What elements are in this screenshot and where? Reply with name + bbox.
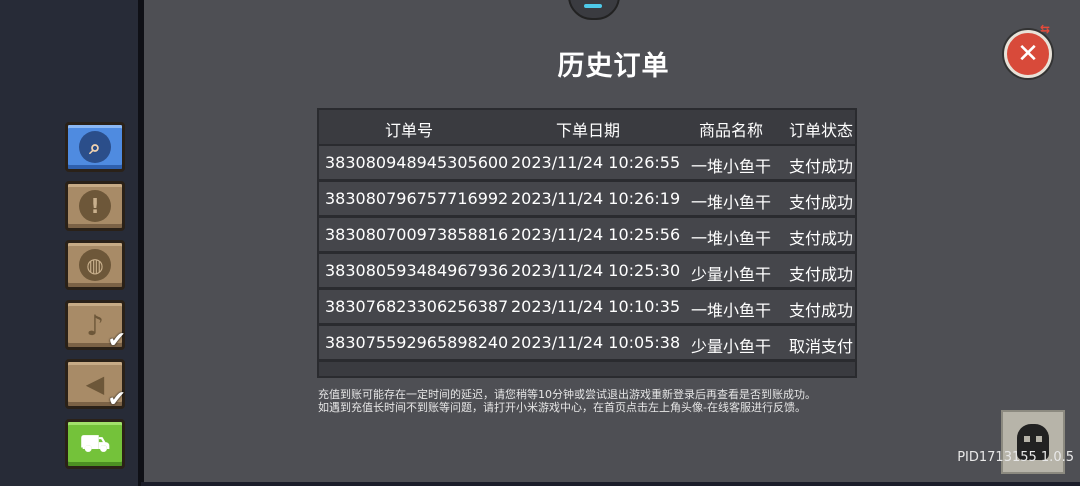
product-name: 一堆小鱼干: [691, 301, 772, 320]
globe-icon: ◍: [79, 249, 111, 281]
checkmark-icon: ✔: [107, 387, 126, 412]
notice-line: 充值到账可能存在一定时间的延迟，请您稍等10分钟或尝试退出游戏重新登录后再查看是…: [318, 388, 816, 401]
header-product-name: 商品名称: [699, 121, 764, 140]
sidebar: ⌕ ! ◍ ♪ ✔ ◀ ✔ ⛟: [0, 0, 141, 486]
language-button[interactable]: ◍: [65, 240, 125, 290]
order-status: 支付成功: [789, 301, 854, 320]
product-name: 少量小鱼干: [691, 265, 772, 284]
cart-icon: ⛟: [79, 428, 111, 457]
product-name: 一堆小鱼干: [691, 193, 772, 212]
order-history-panel: 历史订单 ⇆ ✕ 订单号 下单日期 商品名称 订单状态 383080948945…: [141, 0, 1080, 482]
order-status: 支付成功: [789, 193, 854, 212]
exclamation-icon: !: [79, 190, 111, 222]
order-date: 2023/11/24 10:26:55: [511, 153, 681, 172]
table-row: 383076823306256387 2023/11/24 10:10:35 一…: [319, 290, 855, 326]
notice-button[interactable]: !: [65, 181, 125, 231]
order-date: 2023/11/24 10:25:30: [511, 261, 681, 280]
version-label: PID1713155 1.0.5: [957, 450, 1074, 465]
table-row: 383080796757716992 2023/11/24 10:26:19 一…: [319, 182, 855, 218]
order-id: 383076823306256387: [325, 297, 509, 316]
close-icon: ✕: [1017, 39, 1039, 69]
order-status: 取消支付: [789, 337, 854, 356]
product-name: 一堆小鱼干: [691, 229, 772, 248]
order-status: 支付成功: [789, 265, 854, 284]
order-id: 383080948945305600: [325, 153, 509, 172]
order-date: 2023/11/24 10:10:35: [511, 297, 681, 316]
sound-toggle-button[interactable]: ◀ ✔: [65, 359, 126, 412]
shop-button[interactable]: ⛟: [65, 419, 125, 469]
header-order-id: 订单号: [385, 121, 434, 140]
music-note-icon: ♪: [86, 308, 104, 342]
checkmark-icon: ✔: [107, 328, 126, 353]
product-name: 一堆小鱼干: [691, 157, 772, 176]
header-order-date: 下单日期: [556, 121, 621, 140]
order-id: 383080796757716992: [325, 189, 509, 208]
table-row: 383075592965898240 2023/11/24 10:05:38 少…: [319, 326, 855, 362]
music-toggle-button[interactable]: ♪ ✔: [65, 300, 126, 353]
order-status: 支付成功: [789, 157, 854, 176]
order-id: 383080700973858816: [325, 225, 509, 244]
close-tag-icon: ⇆: [1040, 22, 1051, 36]
product-name: 少量小鱼干: [691, 337, 772, 356]
close-button[interactable]: ✕: [1004, 30, 1052, 78]
top-handle: [568, 0, 620, 20]
recharge-notice: 充值到账可能存在一定时间的延迟，请您稍等10分钟或尝试退出游戏重新登录后再查看是…: [318, 388, 816, 414]
order-status: 支付成功: [789, 229, 854, 248]
search-user-icon: ⌕: [79, 131, 111, 163]
order-table: 订单号 下单日期 商品名称 订单状态 383080948945305600 20…: [317, 108, 857, 378]
table-header: 订单号 下单日期 商品名称 订单状态: [319, 110, 855, 146]
table-row: 383080593484967936 2023/11/24 10:25:30 少…: [319, 254, 855, 290]
order-date: 2023/11/24 10:05:38: [511, 333, 681, 352]
speaker-icon: ◀: [85, 370, 105, 398]
order-date: 2023/11/24 10:26:19: [511, 189, 681, 208]
table-row: 383080700973858816 2023/11/24 10:25:56 一…: [319, 218, 855, 254]
page-title: 历史订单: [557, 51, 670, 82]
order-id: 383075592965898240: [325, 333, 509, 352]
order-date: 2023/11/24 10:25:56: [511, 225, 681, 244]
order-id: 383080593484967936: [325, 261, 509, 280]
header-order-status: 订单状态: [789, 121, 854, 140]
table-row: 383080948945305600 2023/11/24 10:26:55 一…: [319, 146, 855, 182]
notice-line: 如遇到充值长时间不到账等问题，请打开小米游戏中心，在首页点击左上角头像-在线客服…: [318, 401, 806, 414]
account-search-button[interactable]: ⌕: [65, 122, 125, 172]
